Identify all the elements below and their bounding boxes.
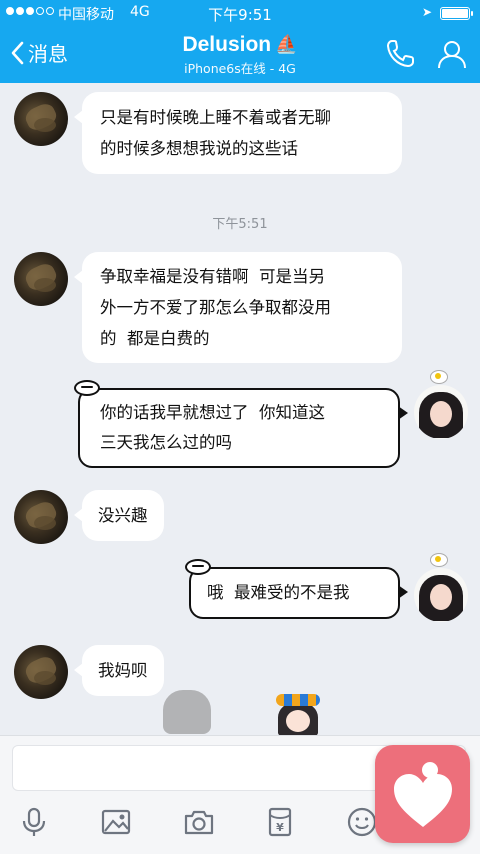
message-bubble[interactable]: 只是有时候晚上睡不着或者无聊 的时候多想想我说的这些话: [74, 92, 402, 174]
floating-app-button[interactable]: [375, 745, 470, 843]
message-line: 只是有时候晚上睡不着或者无聊: [100, 108, 331, 127]
message-bubble[interactable]: 我妈呗: [74, 645, 164, 696]
battery-icon: [440, 7, 473, 20]
message-line: 三天我怎么过的吗: [100, 433, 232, 452]
friend-avatar[interactable]: [14, 645, 68, 699]
my-avatar[interactable]: [414, 385, 468, 439]
message-line: 外一方不爱了那怎么争取都没用: [100, 298, 331, 317]
message-bubble-sent[interactable]: 你的话我早就想过了 你知道这 三天我怎么过的吗: [74, 380, 408, 468]
chat-screen: 中国移动 4G 下午9:51 ➤ 消息 Delusion ⛵ iPhone6s在线…: [0, 0, 480, 854]
girl-sticker[interactable]: [272, 694, 324, 736]
flower-icon: [428, 368, 448, 384]
phone-icon[interactable]: [384, 38, 416, 70]
profile-icon[interactable]: [436, 38, 468, 70]
image-icon[interactable]: [100, 806, 132, 838]
svg-text:¥: ¥: [276, 821, 284, 834]
message-line: 争取幸福是没有错啊 可是当另: [100, 267, 325, 286]
microphone-icon[interactable]: [18, 806, 50, 838]
battery-level: [442, 9, 468, 18]
red-packet-icon[interactable]: ¥: [264, 806, 296, 838]
location-arrow-icon: ➤: [422, 5, 433, 19]
message-line: 的 都是白费的: [100, 329, 210, 348]
cloud-decoration-icon: [185, 559, 211, 575]
message-line: 哦 最难受的不是我: [207, 583, 350, 602]
message-line: 没兴趣: [98, 506, 148, 525]
message-bubble-sent[interactable]: 哦 最难受的不是我: [185, 559, 408, 619]
timestamp: 下午5:51: [212, 217, 268, 232]
friend-avatar[interactable]: [14, 92, 68, 146]
message-line: 你的话我早就想过了 你知道这: [100, 403, 325, 422]
contact-name: Delusion: [182, 33, 272, 56]
friend-avatar[interactable]: [14, 490, 68, 544]
header: 中国移动 4G 下午9:51 ➤ 消息 Delusion ⛵ iPhone6s在线…: [0, 0, 480, 83]
friend-avatar[interactable]: [14, 252, 68, 306]
my-avatar[interactable]: [414, 568, 468, 622]
message-bubble[interactable]: 没兴趣: [74, 490, 164, 541]
heart-icon: [394, 762, 452, 827]
status-time: 下午9:51: [208, 6, 272, 24]
camera-icon[interactable]: [183, 806, 215, 838]
sailboat-icon: ⛵: [275, 34, 298, 55]
gray-sticker[interactable]: [163, 690, 211, 734]
status-bar: 中国移动 4G 下午9:51 ➤: [0, 0, 480, 26]
message-bubble[interactable]: 争取幸福是没有错啊 可是当另 外一方不爱了那怎么争取都没用 的 都是白费的: [74, 252, 402, 363]
flower-icon: [428, 551, 448, 567]
emoji-icon[interactable]: [346, 806, 378, 838]
message-line: 的时候多想想我说的这些话: [100, 139, 298, 158]
cloud-decoration-icon: [74, 380, 100, 396]
message-line: 我妈呗: [98, 661, 148, 680]
